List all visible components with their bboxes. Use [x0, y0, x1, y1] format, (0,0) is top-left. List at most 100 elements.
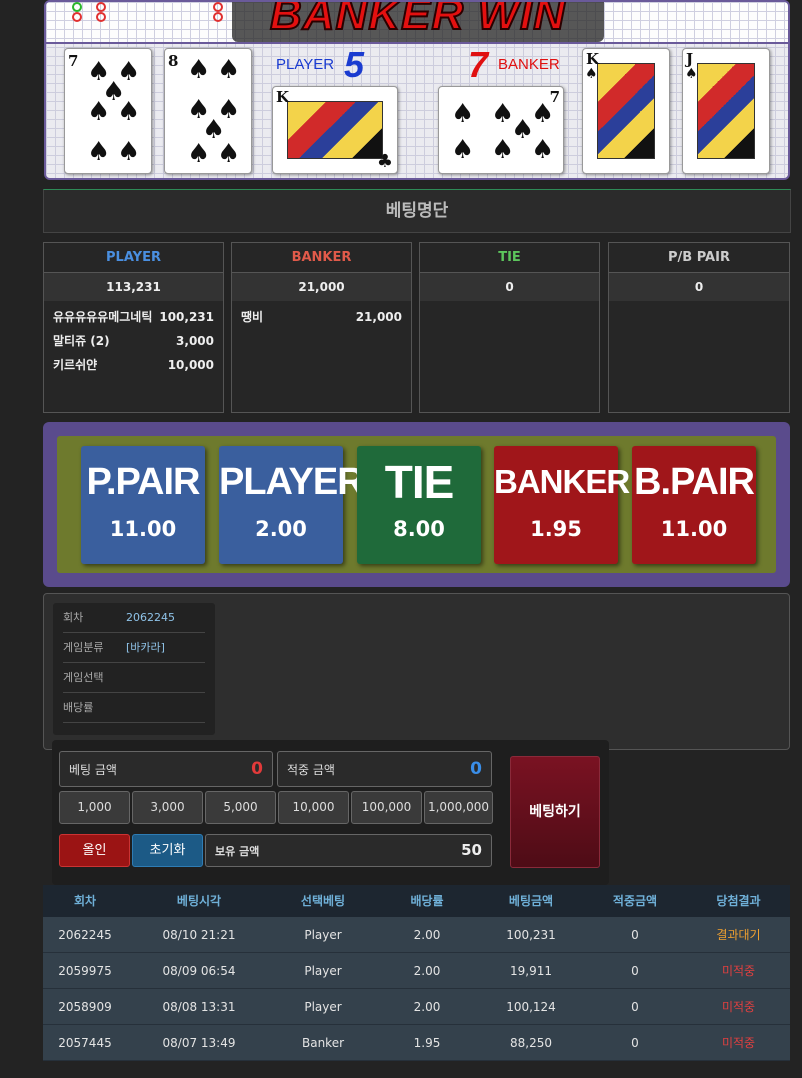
column-header: 배당률 — [410, 894, 444, 908]
banker-card-3: J ♠ — [682, 48, 770, 174]
bet-option-odds: 1.95 — [530, 517, 582, 541]
column-header: 적중금액 — [612, 894, 658, 908]
bet-entry: 유유유유유메그네틱 100,231 — [44, 305, 223, 329]
card-rank: K — [276, 88, 290, 106]
baccarat-page: BANKER WIN 7 ♠ ♠ ♠ ♠ ♠ ♠ ♠ 8 ♠ ♠ ♠ ♠ ♠ ♠… — [0, 0, 802, 1078]
bet-column-header: P/B PAIR — [609, 243, 789, 273]
chip-3000-button[interactable]: 3,000 — [132, 791, 203, 824]
cell-result: 미적중 — [721, 1000, 756, 1014]
jack-face-art — [697, 63, 755, 159]
cell-win: 0 — [631, 1000, 639, 1014]
card-table: 7 ♠ ♠ ♠ ♠ ♠ ♠ ♠ 8 ♠ ♠ ♠ ♠ ♠ ♠ ♠ PLAYER 5 — [46, 42, 788, 178]
player-bet-button[interactable]: PLAYER 2.00 — [219, 446, 365, 564]
card-rank: J — [686, 50, 694, 68]
chip-5000-button[interactable]: 5,000 — [205, 791, 276, 824]
spade-icon: ♠ — [491, 135, 515, 165]
spade-icon: ♠ — [187, 139, 211, 169]
info-label: 게임분류 — [63, 641, 104, 654]
spade-icon: ♠ — [531, 99, 555, 129]
chip-1000-button[interactable]: 1,000 — [59, 791, 130, 824]
banker-card-2: K ♠ — [582, 48, 670, 174]
spade-icon: ♠ — [451, 99, 475, 129]
bet-column-total: 0 — [609, 273, 789, 301]
bettor-name: 땡비 — [241, 310, 264, 324]
cell-round: 2058909 — [58, 1000, 112, 1014]
banker-card-1: 7 ♠ ♠ ♠ ♠ ♠ ♠ ♠ — [438, 86, 564, 174]
betting-list-title: 베팅명단 — [43, 189, 791, 233]
place-bet-button[interactable]: 베팅하기 — [510, 756, 600, 868]
cell-round: 2057445 — [58, 1036, 112, 1050]
reset-button[interactable]: 초기화 — [132, 834, 203, 867]
chip-100000-button[interactable]: 100,000 — [351, 791, 422, 824]
banker-bet-button[interactable]: BANKER 1.95 — [494, 446, 630, 564]
spade-icon: ♠ — [187, 55, 211, 85]
card-rank: 7 — [68, 52, 79, 70]
bet-history-table: 회차 베팅시각 선택베팅 배당률 베팅금액 적중금액 당첨결과 2062245 … — [43, 885, 790, 1078]
road-dot — [96, 2, 106, 12]
cell-round: 2062245 — [58, 928, 112, 942]
tie-bet-button[interactable]: TIE 8.00 — [357, 446, 481, 564]
bet-amount-value: 0 — [251, 759, 263, 779]
cell-odds: 2.00 — [413, 928, 441, 942]
player-card-1: 7 ♠ ♠ ♠ ♠ ♠ ♠ ♠ — [64, 48, 152, 174]
cell-result: 미적중 — [721, 964, 756, 978]
bet-amount: 10,000 — [167, 358, 214, 372]
table-row: 2062245 08/10 21:21 Player 2.00 100,231 … — [43, 917, 790, 953]
cell-time: 08/07 13:49 — [162, 1036, 236, 1050]
bet-column-tie: TIE 0 — [419, 242, 600, 413]
bet-amount: 21,000 — [355, 310, 402, 324]
balance-label: 보유 금액 — [215, 845, 260, 858]
spade-icon: ♠ — [117, 137, 141, 167]
b-pair-bet-button[interactable]: B.PAIR 11.00 — [632, 446, 756, 564]
bet-column-banker: BANKER 21,000 땡비 21,000 — [231, 242, 412, 413]
odds-buttons: P.PAIR 11.00 PLAYER 2.00 TIE 8.00 BANKER… — [57, 436, 776, 573]
player-label: PLAYER — [276, 56, 335, 73]
info-row-game-select: 게임선택 — [63, 663, 205, 693]
bet-column-header: PLAYER — [44, 243, 223, 273]
road-dot — [96, 12, 106, 22]
chip-10000-button[interactable]: 10,000 — [278, 791, 349, 824]
cell-win: 0 — [631, 964, 639, 978]
bet-entries: 유유유유유메그네틱 100,231 말티쥬 (2) 3,000 키르쉬얀 10,… — [44, 301, 223, 377]
info-label: 배당률 — [63, 701, 94, 714]
king-face-art — [597, 63, 655, 159]
bet-option-name: PLAYER — [219, 461, 365, 503]
table-row: 2059975 08/09 06:54 Player 2.00 19,911 0… — [43, 953, 790, 989]
bet-option-name: BANKER — [494, 463, 630, 500]
bet-column-player: PLAYER 113,231 유유유유유메그네틱 100,231 말티쥬 (2)… — [43, 242, 224, 413]
player-card-3: K ♣ — [272, 86, 398, 174]
bet-entry: 땡비 21,000 — [232, 305, 411, 329]
chip-1000000-button[interactable]: 1,000,000 — [424, 791, 493, 824]
spade-icon: ♠ — [217, 55, 241, 85]
bet-amount-field: 베팅 금액 0 — [59, 751, 273, 787]
road-dot — [72, 2, 82, 12]
odds-panel: P.PAIR 11.00 PLAYER 2.00 TIE 8.00 BANKER… — [43, 422, 790, 587]
table-row: 2057445 08/07 13:49 Banker 1.95 88,250 0… — [43, 1025, 790, 1061]
road-dot — [72, 12, 82, 22]
round-info-panel: 회차 2062245 게임분류 [바카라] 게임선택 배당률 — [43, 593, 790, 750]
bettor-name: 유유유유유메그네틱 — [53, 310, 153, 324]
bet-option-name: TIE — [384, 456, 455, 508]
win-amount-value: 0 — [470, 759, 482, 779]
player-score: 5 — [344, 44, 365, 85]
balance-value: 50 — [461, 841, 482, 859]
table-row: 2058909 08/08 13:31 Player 2.00 100,124 … — [43, 989, 790, 1025]
cell-pick: Banker — [301, 1036, 345, 1050]
spade-icon: ♠ — [531, 135, 555, 165]
bet-amount: 3,000 — [176, 334, 214, 348]
spade-icon: ♠ — [117, 97, 141, 127]
cell-bet: 100,124 — [506, 1000, 556, 1014]
all-in-button[interactable]: 올인 — [59, 834, 130, 867]
cell-result: 미적중 — [721, 1036, 756, 1050]
info-row-game-type: 게임분류 [바카라] — [63, 633, 205, 663]
bet-entries: 땡비 21,000 — [232, 301, 411, 329]
p-pair-bet-button[interactable]: P.PAIR 11.00 — [81, 446, 205, 564]
bet-option-name: P.PAIR — [86, 461, 201, 503]
win-banner: BANKER WIN — [232, 2, 604, 42]
road-map: BANKER WIN — [46, 2, 788, 42]
cell-odds: 1.95 — [413, 1036, 441, 1050]
bet-entry: 말티쥬 (2) 3,000 — [44, 329, 223, 353]
info-row-round: 회차 2062245 — [63, 603, 205, 633]
column-header: 베팅시각 — [176, 894, 222, 908]
bet-option-name: B.PAIR — [634, 461, 755, 503]
